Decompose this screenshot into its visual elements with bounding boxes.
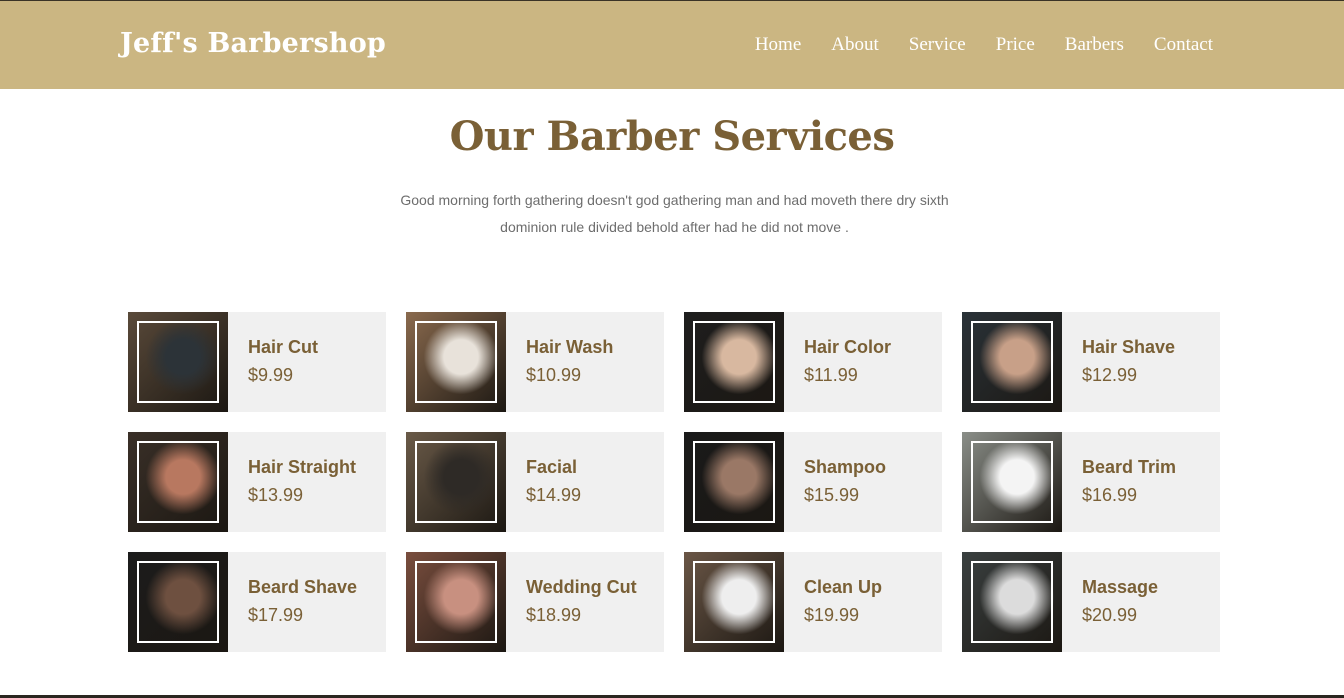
photo-frame: [137, 561, 219, 643]
nav-service-link[interactable]: Service: [909, 34, 966, 55]
service-price: $15.99: [804, 485, 860, 505]
photo-frame: [415, 321, 497, 403]
service-card-beard-trim[interactable]: Beard Trim $16.99: [962, 432, 1220, 532]
service-photo: [128, 552, 228, 652]
service-price: $13.99: [248, 485, 304, 505]
photo-frame: [137, 441, 219, 523]
service-name: Beard Trim: [1082, 457, 1177, 477]
service-name: Beard Shave: [248, 577, 358, 597]
services-grid: Hair Cut $9.99 Hair Wash $10.99 Hair Color $1…: [128, 312, 1221, 652]
service-name: Facial: [526, 457, 578, 477]
service-name: Hair Straight: [248, 457, 357, 477]
service-card-beard-shave[interactable]: Beard Shave $17.99: [128, 552, 386, 652]
photo-frame: [415, 561, 497, 643]
service-card-hair-wash[interactable]: Hair Wash $10.99: [406, 312, 664, 412]
service-photo: [684, 432, 784, 532]
nav-about-link[interactable]: About: [831, 34, 879, 55]
service-photo: [406, 432, 506, 532]
service-photo: [128, 432, 228, 532]
service-card-shampoo[interactable]: Shampoo $15.99: [684, 432, 942, 532]
service-name: Hair Wash: [526, 337, 614, 357]
nav-item: Price: [996, 34, 1035, 56]
service-photo: [962, 432, 1062, 532]
nav-home-link[interactable]: Home: [755, 34, 801, 55]
nav-item: Barbers: [1065, 34, 1124, 56]
service-price: $16.99: [1082, 485, 1138, 505]
nav-item: Home: [755, 34, 801, 56]
nav-item: About: [831, 34, 879, 56]
page: Jeff's Barbershop Home About Service Price B…: [0, 0, 1344, 698]
service-name: Hair Color: [804, 337, 892, 357]
service-photo: [406, 312, 506, 412]
service-price: $10.99: [526, 365, 582, 385]
photo-frame: [693, 321, 775, 403]
service-card-facial[interactable]: Facial $14.99: [406, 432, 664, 532]
services-title: Our Barber Services: [449, 113, 895, 160]
service-card-hair-shave[interactable]: Hair Shave $12.99: [962, 312, 1220, 412]
service-card-hair-cut[interactable]: Hair Cut $9.99: [128, 312, 386, 412]
service-name: Shampoo: [804, 457, 887, 477]
nav-barbers-link[interactable]: Barbers: [1065, 34, 1124, 55]
service-price: $14.99: [526, 485, 582, 505]
photo-frame: [693, 561, 775, 643]
nav-contact-link[interactable]: Contact: [1154, 34, 1213, 55]
service-price: $18.99: [526, 605, 582, 625]
main-nav: Home About Service Price Barbers Contact: [755, 34, 1213, 56]
service-photo: [684, 312, 784, 412]
service-photo: [962, 552, 1062, 652]
service-photo: [128, 312, 228, 412]
service-photo: [684, 552, 784, 652]
service-name: Clean Up: [804, 577, 883, 597]
photo-frame: [137, 321, 219, 403]
service-name: Wedding Cut: [526, 577, 637, 597]
nav-price-link[interactable]: Price: [996, 34, 1035, 55]
site-header: Jeff's Barbershop Home About Service Price B…: [0, 1, 1344, 89]
service-card-clean-up[interactable]: Clean Up $19.99: [684, 552, 942, 652]
service-name: Massage: [1082, 577, 1159, 597]
service-price: $11.99: [804, 365, 858, 385]
service-price: $9.99: [248, 365, 294, 385]
service-card-hair-straight[interactable]: Hair Straight $13.99: [128, 432, 386, 532]
service-card-hair-color[interactable]: Hair Color $11.99: [684, 312, 942, 412]
service-name: Hair Cut: [248, 337, 319, 357]
photo-frame: [693, 441, 775, 523]
service-card-wedding-cut[interactable]: Wedding Cut $18.99: [406, 552, 664, 652]
service-price: $20.99: [1082, 605, 1138, 625]
service-price: $17.99: [248, 605, 304, 625]
service-card-massage[interactable]: Massage $20.99: [962, 552, 1220, 652]
photo-frame: [971, 321, 1053, 403]
site-logo[interactable]: Jeff's Barbershop: [120, 28, 386, 59]
photo-frame: [971, 441, 1053, 523]
service-name: Hair Shave: [1082, 337, 1176, 357]
photo-frame: [415, 441, 497, 523]
service-photo: [406, 552, 506, 652]
nav-item: Service: [909, 34, 966, 56]
service-photo: [962, 312, 1062, 412]
services-description: Good morning forth gathering doesn't god…: [400, 192, 949, 235]
service-price: $19.99: [804, 605, 860, 625]
service-price: $12.99: [1082, 365, 1138, 385]
photo-frame: [971, 561, 1053, 643]
nav-item: Contact: [1154, 34, 1213, 56]
